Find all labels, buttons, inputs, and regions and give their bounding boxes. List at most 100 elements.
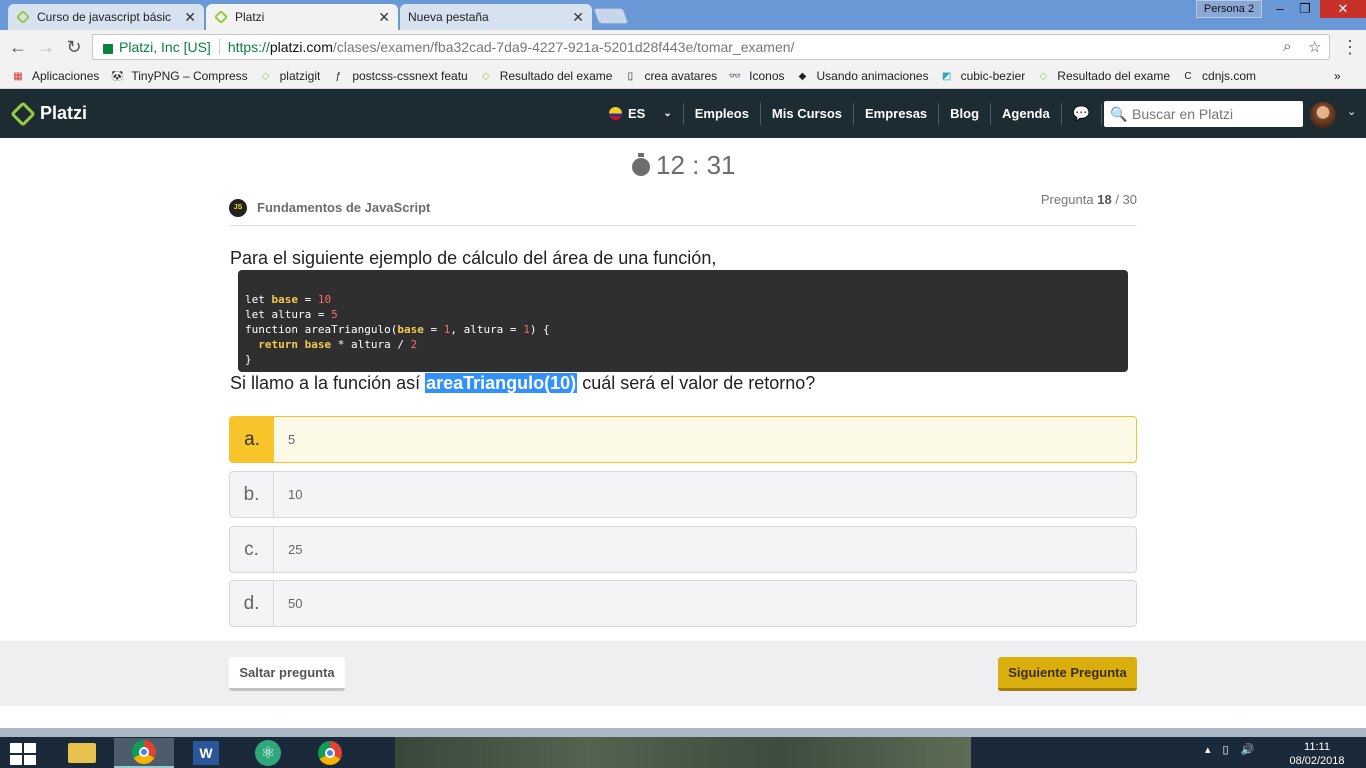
avatar[interactable] — [1310, 102, 1336, 128]
taskbar-atom[interactable]: ⚛ — [238, 738, 298, 768]
code-token: function areaTriangulo( — [245, 323, 398, 336]
bookmark-tinypng[interactable]: 🐼 TinyPNG – Compress — [109, 69, 247, 83]
language-selector[interactable]: ES ⌄ — [598, 102, 684, 125]
option-value: 25 — [288, 542, 303, 557]
clock-date: 08/02/2018 — [1289, 755, 1345, 767]
course-title: Fundamentos de JavaScript — [257, 200, 431, 215]
menu-dots-icon[interactable]: ⋮ — [1336, 33, 1364, 61]
atom-icon: ⚛ — [255, 740, 281, 766]
code-block: let base = 10 let altura = 5 function ar… — [238, 270, 1128, 372]
url-path: /clases/examen/fba32cad-7da9-4227-921a-5… — [332, 39, 795, 55]
glasses-icon: 👓 — [728, 70, 742, 82]
colombia-flag-icon — [609, 107, 622, 120]
bookmark-label: cdnjs.com — [1202, 69, 1257, 83]
battery-icon[interactable]: ▯ — [1223, 743, 1229, 756]
bookmark-postcss[interactable]: ƒ postcss-cssnext featu — [330, 69, 468, 83]
windows-taskbar: W ⚛ ▴ ▯ 🔊 11:11 08/02/2018 — [0, 728, 1366, 768]
tab-platzi[interactable]: Platzi ✕ — [206, 4, 398, 30]
bookmarks-bar: ▦ Aplicaciones 🐼 TinyPNG – Compress ◇ platz… — [0, 64, 1366, 89]
platzi-favicon-icon: ◇ — [481, 70, 490, 82]
minimize-icon[interactable]: – — [1266, 0, 1294, 18]
bookmark-animaciones[interactable]: ◆ Usando animaciones — [795, 69, 929, 83]
nav-empleos[interactable]: Empleos — [684, 102, 761, 125]
windows-start-icon[interactable] — [10, 743, 38, 765]
system-tray: ▴ ▯ 🔊 — [1205, 743, 1254, 756]
question-before: Si llamo a la función así — [230, 373, 421, 393]
next-question-button[interactable]: Siguiente Pregunta — [998, 657, 1137, 691]
search-input[interactable]: 🔍 Buscar en Platzi — [1104, 101, 1303, 127]
volume-icon[interactable]: 🔊 — [1241, 743, 1255, 756]
messages-icon[interactable]: 💬 — [1062, 102, 1103, 125]
skip-question-button[interactable]: Saltar pregunta — [229, 657, 345, 691]
bookmark-crea-avatares[interactable]: ▯ crea avatares — [622, 69, 717, 83]
system-clock[interactable]: 11:11 08/02/2018 — [1282, 740, 1352, 768]
new-tab-button[interactable] — [593, 8, 629, 24]
code-token: return — [258, 338, 298, 351]
folder-icon — [68, 743, 96, 763]
taskbar-chrome-2[interactable] — [300, 738, 360, 768]
bookmark-label: crea avatares — [644, 69, 718, 83]
profile-button[interactable]: Persona 2 — [1196, 0, 1262, 18]
close-tab-icon[interactable]: ✕ — [378, 9, 390, 26]
bookmark-cdnjs[interactable]: Ccdnjs.com — [1180, 69, 1256, 83]
browser-tab-strip: Curso de javascript básic ✕ Platzi ✕ Nue… — [0, 0, 1366, 30]
tab-curso-javascript[interactable]: Curso de javascript básic ✕ — [8, 4, 204, 30]
answer-option-d[interactable]: d. 50 — [229, 580, 1137, 627]
code-token: 1 — [523, 323, 530, 336]
mdn-icon: ◆ — [798, 70, 807, 82]
reload-icon[interactable]: ↻ — [60, 33, 88, 61]
taskbar-chrome-1[interactable] — [114, 738, 174, 768]
platzi-logo[interactable]: Platzi — [10, 100, 87, 127]
nav-agenda[interactable]: Agenda — [991, 102, 1062, 125]
chevron-down-icon: ⌄ — [663, 108, 672, 119]
exam-timer: 12 : 31 — [632, 150, 736, 181]
platzi-logo-icon — [10, 100, 36, 127]
chrome-icon — [132, 740, 156, 764]
answer-option-b[interactable]: b. 10 — [229, 471, 1137, 518]
code-token: 2 — [410, 338, 418, 351]
code-token: base — [271, 293, 299, 306]
back-arrow-icon[interactable]: ← — [4, 33, 32, 61]
bookmark-resultado-2[interactable]: ◇ Resultado del exame — [1035, 69, 1170, 83]
nav-blog[interactable]: Blog — [939, 102, 992, 125]
bookmark-label: Iconos — [749, 69, 785, 83]
zoom-icon[interactable]: ⌕ — [1283, 38, 1291, 55]
nav-mis-cursos[interactable]: Mis Cursos — [761, 102, 854, 125]
site-identity[interactable]: Platzi, Inc [US] — [119, 39, 211, 55]
bookmark-iconos[interactable]: 👓 Iconos — [727, 69, 785, 83]
platzi-favicon-icon: ◇ — [261, 70, 270, 82]
apps-grid-icon: ▦ — [13, 70, 23, 82]
option-letter: a. — [230, 417, 274, 462]
lock-icon — [103, 44, 113, 54]
chevron-down-icon[interactable]: ⌄ — [1347, 105, 1356, 118]
star-bookmark-icon[interactable]: ☆ — [1308, 38, 1321, 56]
tab-nueva-pestana[interactable]: Nueva pestaña ✕ — [400, 4, 592, 30]
chevron-up-icon[interactable]: ▴ — [1205, 743, 1211, 756]
bookmark-platzigit[interactable]: ◇ platzigit — [258, 69, 321, 83]
close-tab-icon[interactable]: ✕ — [184, 9, 196, 26]
address-bar[interactable]: Platzi, Inc [US] https:// platzi.com /cl… — [92, 34, 1330, 60]
timer-value: 12 : 31 — [656, 150, 736, 180]
nav-empresas[interactable]: Empresas — [854, 102, 940, 125]
restore-icon[interactable]: ❐ — [1291, 0, 1319, 18]
code-token: let altura = — [245, 308, 332, 321]
option-value: 10 — [288, 487, 303, 502]
close-tab-icon[interactable]: ✕ — [572, 9, 584, 26]
answer-option-a[interactable]: a. 5 — [229, 416, 1137, 463]
bookmark-apps[interactable]: ▦ Aplicaciones — [10, 69, 99, 83]
taskbar-file-explorer[interactable] — [52, 738, 112, 768]
taskbar-word[interactable]: W — [176, 738, 236, 768]
exam-header: JS Fundamentos de JavaScript Pregunta 18… — [229, 192, 1137, 226]
answer-option-c[interactable]: c. 25 — [229, 526, 1137, 573]
bookmark-resultado-1[interactable]: ◇ Resultado del exame — [478, 69, 613, 83]
code-token: base — [304, 338, 332, 351]
platzi-header: Platzi ES ⌄ Empleos Mis Cursos Empresas B… — [0, 89, 1366, 138]
clock-time: 11:11 — [1304, 741, 1330, 753]
more-bookmarks-button[interactable]: » — [1334, 69, 1341, 83]
bookmark-cubic-bezier[interactable]: ◩ cubic-bezier — [939, 69, 1026, 83]
postcss-icon: ƒ — [335, 70, 342, 82]
close-window-icon[interactable]: ✕ — [1320, 0, 1366, 18]
forward-arrow-icon[interactable]: → — [32, 33, 60, 61]
bookmark-label: cubic-bezier — [960, 69, 1026, 83]
